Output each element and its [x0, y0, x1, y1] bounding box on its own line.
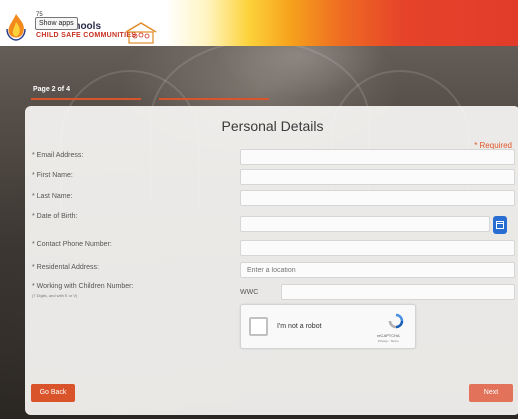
recaptcha-brand: reCAPTCHA [377, 333, 400, 338]
progress-step-1 [31, 98, 141, 100]
wwc-hint: (7 Digits, and with E or V) [32, 293, 78, 298]
progress-step-2 [159, 98, 269, 100]
dob-label: * Date of Birth: [32, 213, 78, 220]
logo-subtitle: CHILD SAFE COMMUNITIES [36, 32, 137, 39]
address-label: * Residental Address: [32, 264, 99, 271]
phone-label: * Contact Phone Number: [32, 241, 112, 248]
recaptcha-logo-icon [388, 313, 404, 329]
calendar-button[interactable] [493, 216, 507, 234]
calendar-icon [496, 221, 504, 229]
dob-field[interactable] [240, 216, 490, 232]
form-card: Personal Details * Required * Email Addr… [25, 106, 518, 415]
email-field[interactable] [240, 149, 515, 165]
flame-logo-icon [6, 14, 26, 41]
header-banner: 75 holic Schools CHILD SAFE COMMUNITIES … [0, 0, 518, 46]
form-title: Personal Details [221, 118, 324, 134]
recaptcha-terms-link[interactable]: Privacy - Terms [378, 339, 399, 343]
wwc-label: * Working with Children Number: [32, 283, 134, 290]
next-button[interactable]: Next [469, 384, 513, 402]
go-back-button[interactable]: Go Back [31, 384, 75, 402]
wwc-prefix: WWC [240, 289, 259, 296]
show-apps-tooltip: Show apps [35, 17, 78, 30]
last-name-field[interactable] [240, 190, 515, 206]
email-label: * Email Address: [32, 152, 84, 159]
first-name-field[interactable] [240, 169, 515, 185]
address-field[interactable] [240, 262, 515, 278]
last-name-label: * Last Name: [32, 193, 73, 200]
recaptcha-label: I'm not a robot [277, 323, 322, 330]
house-logo-icon [125, 22, 157, 44]
recaptcha-checkbox[interactable] [249, 317, 268, 336]
wwc-number-field[interactable] [281, 284, 515, 300]
first-name-label: * First Name: [32, 172, 73, 179]
page-indicator: Page 2 of 4 [33, 86, 70, 93]
phone-field[interactable] [240, 240, 515, 256]
recaptcha-widget: I'm not a robot reCAPTCHA Privacy - Term… [240, 304, 416, 349]
